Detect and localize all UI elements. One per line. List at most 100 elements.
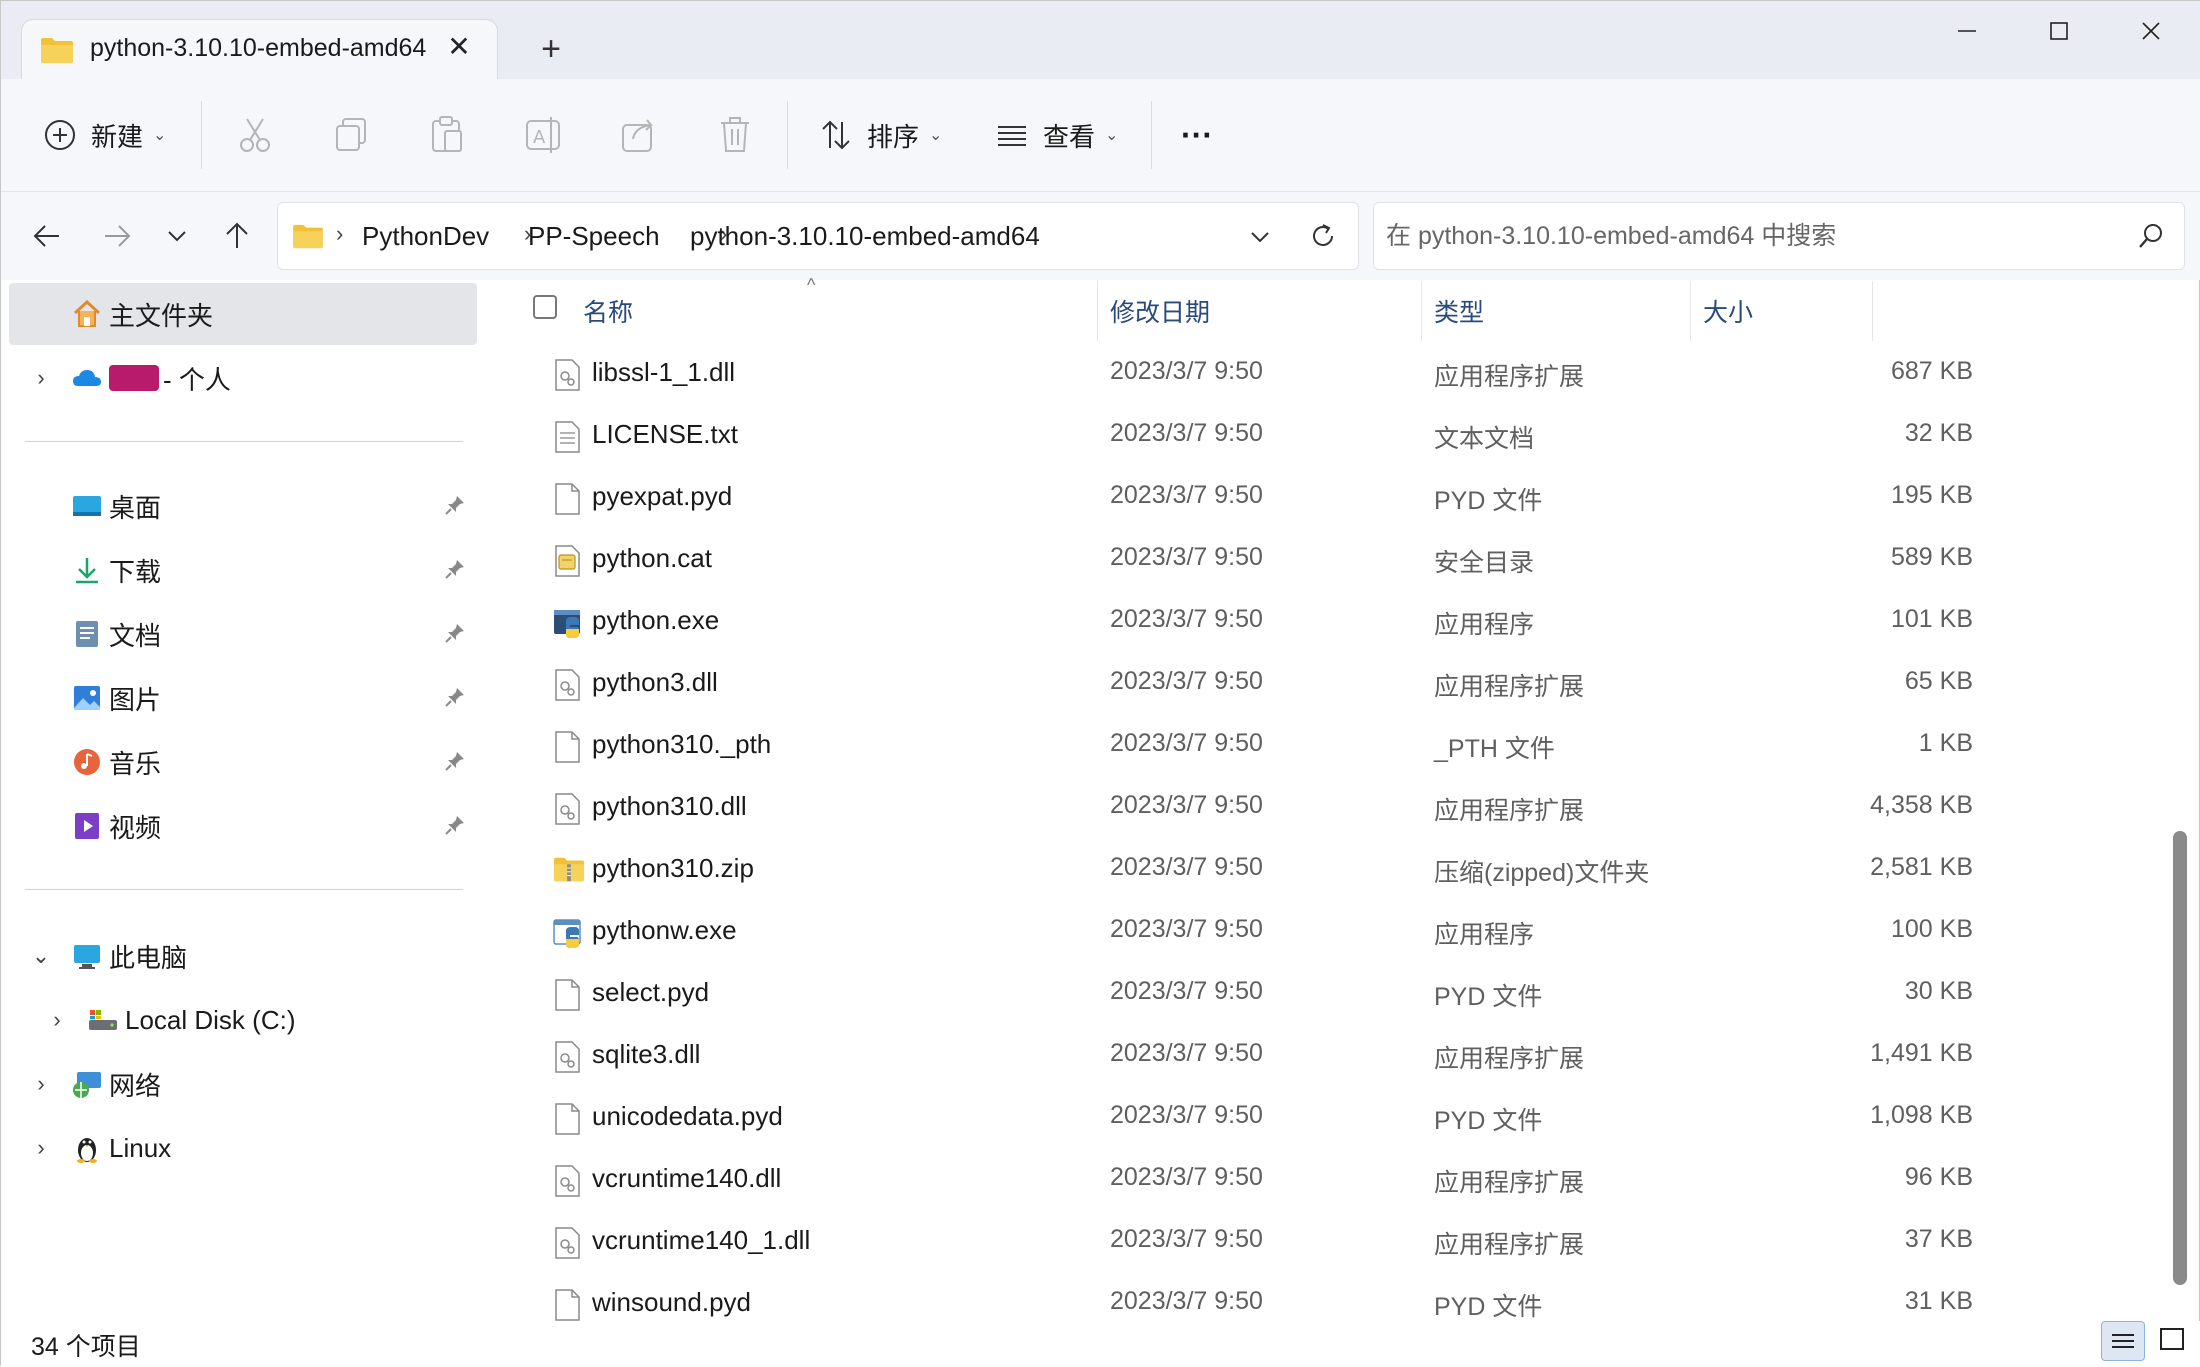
file-row[interactable]: sqlite3.dll 2023/3/7 9:50 应用程序扩展 1,491 KB	[483, 1025, 1973, 1087]
paste-icon[interactable]	[425, 113, 469, 157]
details-view-button[interactable]	[2101, 1321, 2145, 1361]
sidebar-item-onedrive[interactable]: › - 个人	[9, 347, 477, 409]
column-header-date[interactable]: 修改日期	[1110, 293, 1210, 343]
delete-icon[interactable]	[713, 113, 757, 157]
file-date: 2023/3/7 9:50	[1110, 605, 1263, 633]
pin-icon[interactable]	[443, 557, 467, 588]
file-size: 1,491 KB	[1870, 1039, 1973, 1067]
file-date: 2023/3/7 9:50	[1110, 1225, 1263, 1253]
file-row[interactable]: LICENSE.txt 2023/3/7 9:50 文本文档 32 KB	[483, 405, 1973, 467]
share-icon[interactable]	[617, 113, 661, 157]
file-row[interactable]: unicodedata.pyd 2023/3/7 9:50 PYD 文件 1,098 …	[483, 1087, 1973, 1149]
close-window-button[interactable]	[2105, 1, 2197, 61]
sidebar-item-linux[interactable]: › Linux	[9, 1117, 477, 1179]
breadcrumb-item[interactable]: PP-Speech	[528, 221, 660, 252]
address-history-chevron-icon[interactable]	[1246, 223, 1274, 251]
dll-file-icon	[553, 1227, 581, 1264]
file-row[interactable]: python310._pth 2023/3/7 9:50 _PTH 文件 1 KB	[483, 715, 1973, 777]
column-header-type[interactable]: 类型	[1434, 293, 1484, 343]
address-bar[interactable]: › PythonDev › PP-Speech › python-3.10.10…	[277, 202, 1359, 270]
column-divider[interactable]	[1872, 281, 1873, 341]
chevron-down-icon[interactable]: ⌄	[29, 944, 53, 968]
breadcrumb-item[interactable]: PythonDev	[362, 221, 489, 252]
column-header-name[interactable]: 名称	[583, 293, 633, 343]
new-button[interactable]: 新建 ⌄	[43, 107, 166, 163]
sidebar-item-label: - 个人	[163, 364, 231, 395]
column-header-size[interactable]: 大小	[1703, 293, 1753, 343]
sidebar-item-videos[interactable]: 视频	[9, 795, 477, 857]
file-size: 32 KB	[1904, 419, 1973, 447]
sidebar-item-desktop[interactable]: 桌面	[9, 475, 477, 537]
file-date: 2023/3/7 9:50	[1110, 357, 1263, 385]
column-divider[interactable]	[1421, 281, 1422, 341]
pin-icon[interactable]	[443, 749, 467, 780]
select-all-checkbox[interactable]	[533, 295, 557, 319]
large-icons-view-button[interactable]	[2151, 1321, 2195, 1361]
chevron-right-icon[interactable]: ›	[29, 366, 53, 390]
file-name: python3.dll	[592, 667, 718, 697]
sidebar-item-network[interactable]: › 网络	[9, 1053, 477, 1115]
file-row[interactable]: pythonw.exe 2023/3/7 9:50 应用程序 100 KB	[483, 901, 1973, 963]
file-row[interactable]: python3.dll 2023/3/7 9:50 应用程序扩展 65 KB	[483, 653, 1973, 715]
more-options-button[interactable]: ···	[1181, 107, 1213, 163]
forward-arrow-icon[interactable]	[95, 214, 139, 258]
column-divider[interactable]	[1690, 281, 1691, 341]
sidebar-item-music[interactable]: 音乐	[9, 731, 477, 793]
file-row[interactable]: vcruntime140_1.dll 2023/3/7 9:50 应用程序扩展 37 …	[483, 1211, 1973, 1273]
chevron-right-icon[interactable]: ›	[29, 1072, 53, 1096]
file-row[interactable]: vcruntime140.dll 2023/3/7 9:50 应用程序扩展 96 KB	[483, 1149, 1973, 1211]
view-button[interactable]: 查看 ⌄	[995, 107, 1118, 163]
sidebar-item-home[interactable]: 主文件夹	[9, 283, 477, 345]
up-arrow-icon[interactable]	[215, 214, 259, 258]
file-type: 安全目录	[1434, 549, 1535, 577]
maximize-button[interactable]	[2013, 1, 2105, 61]
cut-icon[interactable]	[233, 113, 277, 157]
file-type: _PTH 文件	[1434, 735, 1555, 763]
file-name: vcruntime140.dll	[592, 1163, 782, 1193]
new-tab-button[interactable]: +	[531, 29, 571, 69]
file-row[interactable]: select.pyd 2023/3/7 9:50 PYD 文件 30 KB	[483, 963, 1973, 1025]
search-input[interactable]	[1384, 215, 2108, 257]
file-name: unicodedata.pyd	[592, 1101, 783, 1131]
folder-icon	[41, 38, 73, 63]
file-row[interactable]: pyexpat.pyd 2023/3/7 9:50 PYD 文件 195 KB	[483, 467, 1973, 529]
sidebar-item-documents[interactable]: 文档	[9, 603, 477, 665]
refresh-icon[interactable]	[1308, 221, 1338, 251]
pin-icon[interactable]	[443, 685, 467, 716]
minimize-icon	[1958, 30, 1976, 32]
file-row[interactable]: python.cat 2023/3/7 9:50 安全目录 589 KB	[483, 529, 1973, 591]
command-bar: 新建 ⌄ A 排序 ⌄ 查看 ⌄ ···	[1, 79, 2200, 192]
file-row[interactable]: python310.dll 2023/3/7 9:50 应用程序扩展 4,358 KB	[483, 777, 1973, 839]
close-icon	[2142, 22, 2160, 40]
file-size: 687 KB	[1890, 357, 1973, 385]
file-row[interactable]: python310.zip 2023/3/7 9:50 压缩(zipped)文件夹 2…	[483, 839, 1973, 901]
pin-icon[interactable]	[443, 813, 467, 844]
file-row[interactable]: libssl-1_1.dll 2023/3/7 9:50 应用程序扩展 687 KB	[483, 343, 1973, 405]
chevron-right-icon[interactable]: ›	[45, 1008, 69, 1032]
pin-icon[interactable]	[443, 493, 467, 524]
scrollbar-thumb[interactable]	[2173, 831, 2187, 1285]
copy-icon[interactable]	[329, 113, 373, 157]
sort-button[interactable]: 排序 ⌄	[819, 107, 942, 163]
file-row[interactable]: python.exe 2023/3/7 9:50 应用程序 101 KB	[483, 591, 1973, 653]
sidebar-item-this-pc[interactable]: ⌄ 此电脑	[9, 925, 477, 987]
column-divider[interactable]	[1097, 281, 1098, 341]
sort-ascending-icon: ^	[807, 275, 816, 295]
recent-locations-chevron-icon[interactable]	[155, 214, 199, 258]
search-box[interactable]	[1373, 202, 2185, 270]
sidebar-item-local-disk[interactable]: › Local Disk (C:)	[9, 989, 477, 1051]
sidebar-item-pictures[interactable]: 图片	[9, 667, 477, 729]
back-arrow-icon[interactable]	[25, 214, 69, 258]
home-icon	[73, 299, 101, 327]
breadcrumb-item[interactable]: python-3.10.10-embed-amd64	[690, 221, 1040, 252]
chevron-right-icon[interactable]: ›	[29, 1136, 53, 1160]
sidebar-item-downloads[interactable]: 下载	[9, 539, 477, 601]
file-type: 文本文档	[1434, 425, 1535, 453]
breadcrumb-separator-icon[interactable]: ›	[336, 221, 343, 247]
minimize-button[interactable]	[1921, 1, 2013, 61]
tab-close-icon[interactable]: ✕	[442, 30, 476, 64]
search-icon[interactable]	[2136, 221, 2166, 251]
rename-icon[interactable]: A	[521, 113, 565, 157]
pin-icon[interactable]	[443, 621, 467, 652]
tab-current-folder[interactable]: python-3.10.10-embed-amd64 ✕	[21, 19, 498, 79]
